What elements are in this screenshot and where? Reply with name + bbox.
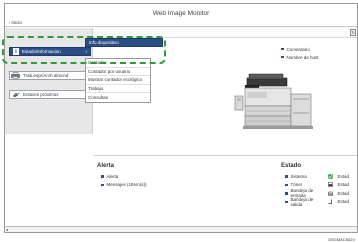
status-item-label: Tóner (290, 182, 303, 188)
sidebar-item-print-jobs[interactable]: Trab.espr/Arch.almcnd › (9, 71, 91, 80)
comment-label: Comentario (286, 46, 310, 52)
document-code: DSCMAC652V (328, 237, 355, 242)
comment-row: Comentario (281, 45, 319, 53)
toner-icon (327, 182, 333, 187)
list-item[interactable]: Sistema Estad (285, 172, 357, 181)
app-title: Web Image Monitor (152, 10, 210, 17)
printer-icon (11, 72, 20, 79)
home-arrow-icon: ‹ (9, 20, 11, 25)
status-section-title: Estado (281, 163, 302, 169)
status-item-label: Bandeja de salida (290, 196, 314, 207)
bullet-icon (281, 47, 284, 51)
bullet-icon (101, 175, 104, 178)
submenu-item-eco-counter[interactable]: Mostrar contador ecológico (86, 76, 150, 85)
status-ok-icon (327, 174, 333, 179)
submenu-item-job[interactable]: Trabajo (86, 85, 150, 93)
sidebar-item-label: Trab.espr/Arch.almcnd (23, 73, 69, 78)
input-tray-icon (327, 191, 333, 196)
list-item[interactable]: Mensajes (1Item(s)) (101, 181, 147, 190)
list-item[interactable]: Alerta (101, 172, 147, 181)
bullet-icon (285, 175, 288, 178)
home-link-label: Inicio (11, 20, 22, 25)
alert-section-title: Alerta (97, 163, 115, 169)
printer-illustration (233, 66, 319, 146)
bullet-icon (101, 183, 104, 186)
header-bar: Web Image Monitor ‹ Inicio (5, 4, 357, 27)
status-item-value: Estad (337, 182, 350, 188)
submenu-list: Contador Contador por usuario Mostrar co… (85, 58, 151, 103)
host-row: Nombre de host (281, 53, 319, 61)
output-tray-icon (328, 199, 333, 205)
highlight-ring (2, 36, 166, 64)
bullet-icon (285, 183, 288, 186)
alert-list: Alerta Mensajes (1Item(s)) (101, 172, 147, 189)
refresh-icon[interactable]: ↻ (350, 29, 356, 36)
link-icon (11, 91, 20, 98)
submenu-item-counter-per-user[interactable]: Contador por usuario (86, 68, 150, 76)
scroll-left-icon[interactable]: ◂ (6, 227, 8, 232)
submenu-item-inquiries[interactable]: Consultas (86, 93, 150, 102)
alert-item-label: Alerta (106, 173, 119, 179)
home-link[interactable]: ‹ Inicio (9, 20, 22, 25)
status-item-value: Estad (337, 173, 350, 179)
bullet-icon (281, 55, 284, 59)
status-item-value: Estad (337, 190, 350, 196)
sidebar-item-label: Enlaces próximos (23, 92, 59, 97)
status-list: Sistema Estad Tóner Estad Bandeja de ent… (285, 172, 357, 207)
alert-item-label: Mensajes (1Item(s)) (106, 182, 147, 188)
device-info: Comentario Nombre de host (281, 45, 319, 61)
list-item[interactable]: Bandeja de salida Estad (285, 196, 357, 207)
bullet-icon (285, 192, 288, 195)
status-item-value: Estad (337, 199, 350, 205)
sidebar-item-links[interactable]: Enlaces próximos (9, 90, 91, 99)
host-label: Nombre de host (286, 54, 319, 60)
status-item-label: Sistema (290, 173, 307, 179)
horizontal-scrollbar[interactable]: ◂ (5, 226, 357, 232)
bullet-icon (285, 200, 288, 203)
section-divider (93, 155, 357, 156)
